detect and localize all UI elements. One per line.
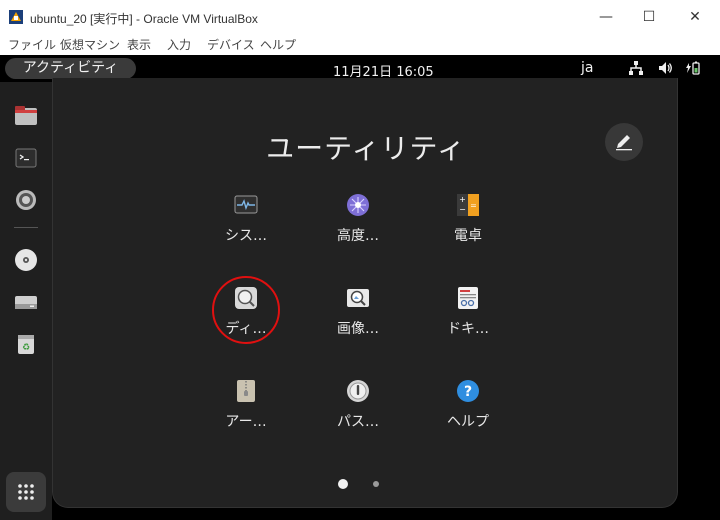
terminal-icon[interactable]	[12, 144, 40, 172]
advanced-settings-icon	[347, 194, 369, 216]
calculator-icon: + − =	[457, 194, 479, 216]
settings-icon[interactable]	[12, 186, 40, 214]
rename-folder-button[interactable]	[605, 123, 643, 161]
folder-title: ユーティリティ	[266, 132, 466, 165]
show-applications-button[interactable]	[6, 472, 46, 512]
optical-disc-icon[interactable]	[12, 246, 40, 274]
drive-icon[interactable]	[12, 288, 40, 316]
app-label: ドキ…	[447, 321, 489, 337]
svg-text:=: =	[470, 201, 477, 210]
menu-help[interactable]: ヘルプ	[260, 36, 296, 53]
battery-icon[interactable]	[685, 60, 701, 76]
svg-text:♻: ♻	[22, 343, 30, 353]
svg-text:−: −	[459, 205, 466, 214]
menu-machine[interactable]: 仮想マシン	[60, 36, 120, 53]
app-advanced-settings[interactable]: 高度…	[313, 181, 403, 261]
system-monitor-icon	[234, 195, 258, 214]
dock: ♻	[0, 82, 52, 520]
app-label: 高度…	[337, 228, 379, 244]
app-image-viewer[interactable]: 画像…	[313, 274, 403, 354]
help-icon: ?	[457, 380, 479, 402]
app-system-monitor[interactable]: シス…	[201, 181, 291, 261]
app-label: 電卓	[454, 228, 482, 244]
pencil-icon	[616, 135, 632, 151]
close-button[interactable]: ✕	[675, 4, 715, 30]
trash-icon[interactable]: ♻	[12, 330, 40, 358]
app-label: 画像…	[337, 321, 379, 337]
activities-button[interactable]: アクティビティ	[5, 58, 136, 79]
app-label: シス…	[225, 228, 267, 244]
input-language-indicator[interactable]: ja	[581, 60, 593, 76]
archive-manager-icon	[237, 380, 255, 402]
menu-input[interactable]: 入力	[167, 36, 191, 53]
dock-separator	[14, 227, 38, 228]
virtualbox-menu-bar: ファイル 仮想マシン 表示 入力 デバイス ヘルプ	[0, 33, 720, 55]
app-label: ヘルプ	[447, 414, 489, 430]
highlight-annotation-circle	[212, 276, 280, 344]
image-viewer-icon	[347, 289, 369, 307]
maximize-button[interactable]: ☐	[629, 4, 669, 30]
passwords-icon	[347, 380, 369, 402]
app-folder-popup: ユーティリティ シス… 高度… + − = 電卓 ディ… 画像… ドキ… アー……	[52, 78, 678, 508]
app-passwords-keys[interactable]: パス…	[313, 367, 403, 447]
page-indicator-next[interactable]	[373, 481, 379, 487]
minimize-button[interactable]: —	[586, 4, 626, 30]
app-label: アー…	[225, 414, 267, 430]
guest-screen: アクティビティ 11月21日 16:05 ja ♻ ユーティリティ シス… 高度…	[0, 55, 720, 520]
window-title: ubuntu_20 [実行中] - Oracle VM VirtualBox	[30, 12, 258, 26]
menu-file[interactable]: ファイル	[8, 36, 56, 53]
app-calculator[interactable]: + − = 電卓	[423, 181, 513, 261]
virtualbox-title-bar: ubuntu_20 [実行中] - Oracle VM VirtualBox —…	[0, 0, 720, 33]
app-help[interactable]: ? ヘルプ	[423, 367, 513, 447]
app-label: パス…	[337, 414, 379, 430]
menu-view[interactable]: 表示	[127, 36, 151, 53]
virtualbox-app-icon	[9, 10, 23, 24]
app-grid-icon	[18, 484, 34, 500]
document-viewer-icon	[458, 287, 478, 309]
svg-text:?: ?	[464, 384, 472, 400]
page-indicator-current[interactable]	[338, 479, 348, 489]
svg-text:+: +	[459, 195, 466, 204]
files-icon[interactable]	[12, 102, 40, 130]
network-icon[interactable]	[628, 60, 644, 76]
app-archive-manager[interactable]: アー…	[201, 367, 291, 447]
volume-icon[interactable]	[657, 60, 673, 76]
menu-devices[interactable]: デバイス	[207, 36, 255, 53]
app-document-viewer[interactable]: ドキ…	[423, 274, 513, 354]
